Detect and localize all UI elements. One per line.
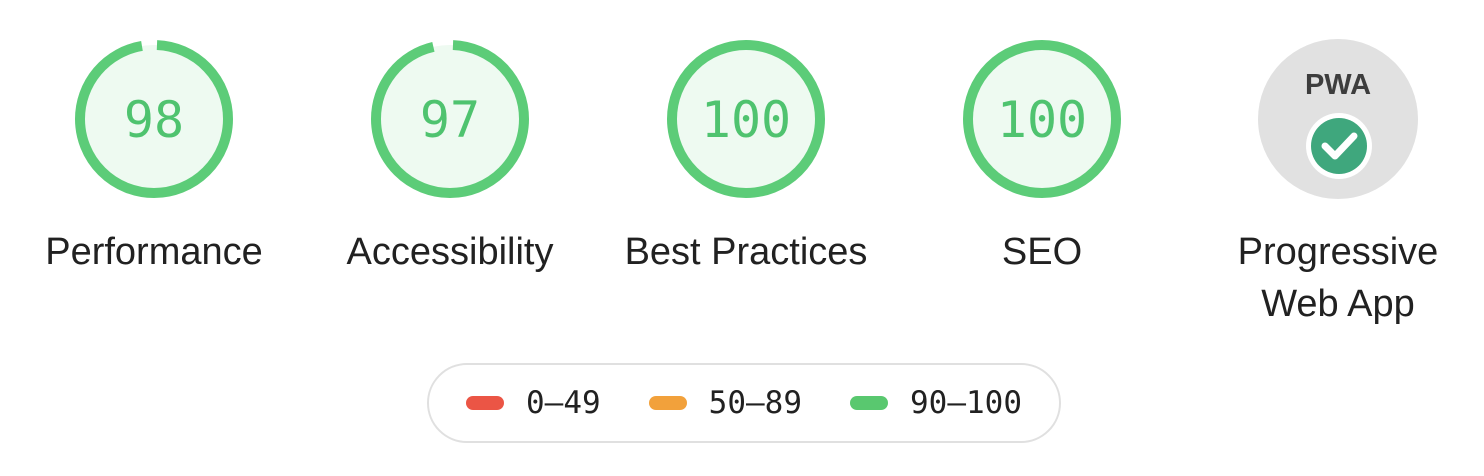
- best-practices-gauge[interactable]: 100 Best Practices: [596, 38, 896, 278]
- accessibility-gauge-ring: 97: [371, 40, 529, 198]
- pwa-label-line1: Progressive: [1237, 231, 1439, 273]
- pwa-logo-text: PWA: [1305, 69, 1371, 101]
- legend-item-average: 50–89: [648, 385, 802, 421]
- best-practices-score: 100: [701, 91, 791, 149]
- seo-gauge[interactable]: 100 SEO: [892, 38, 1192, 278]
- performance-score: 98: [124, 91, 184, 149]
- pass-swatch: [850, 396, 888, 410]
- accessibility-label: Accessibility: [346, 231, 554, 273]
- pwa-label-line2: Web App: [1261, 283, 1415, 325]
- performance-gauge-ring: 98: [75, 40, 233, 198]
- best-practices-label: Best Practices: [624, 231, 868, 273]
- best-practices-gauge-ring: 100: [667, 40, 825, 198]
- average-swatch: [648, 396, 687, 410]
- legend-range-fail: 0–49: [526, 385, 601, 421]
- pwa-gauge[interactable]: PWA Progressive Web App: [1188, 38, 1484, 330]
- seo-score: 100: [997, 91, 1087, 149]
- score-legend: 0–49 50–89 90–100: [427, 363, 1061, 443]
- accessibility-gauge[interactable]: 97 Accessibility: [300, 38, 600, 278]
- accessibility-score: 97: [420, 91, 480, 149]
- pwa-badge: PWA: [1258, 39, 1418, 199]
- legend-item-fail: 0–49: [466, 385, 601, 421]
- fail-swatch: [466, 396, 505, 410]
- legend-range-average: 50–89: [708, 385, 802, 421]
- check-circle-icon: [1306, 113, 1372, 179]
- seo-gauge-ring: 100: [963, 40, 1121, 198]
- legend-item-pass: 90–100: [850, 385, 1022, 421]
- seo-label: SEO: [1001, 231, 1083, 273]
- legend-range-pass: 90–100: [910, 385, 1022, 421]
- pwa-label: Progressive Web App: [1188, 226, 1484, 330]
- performance-gauge[interactable]: 98 Performance: [4, 38, 304, 278]
- performance-label: Performance: [45, 231, 263, 273]
